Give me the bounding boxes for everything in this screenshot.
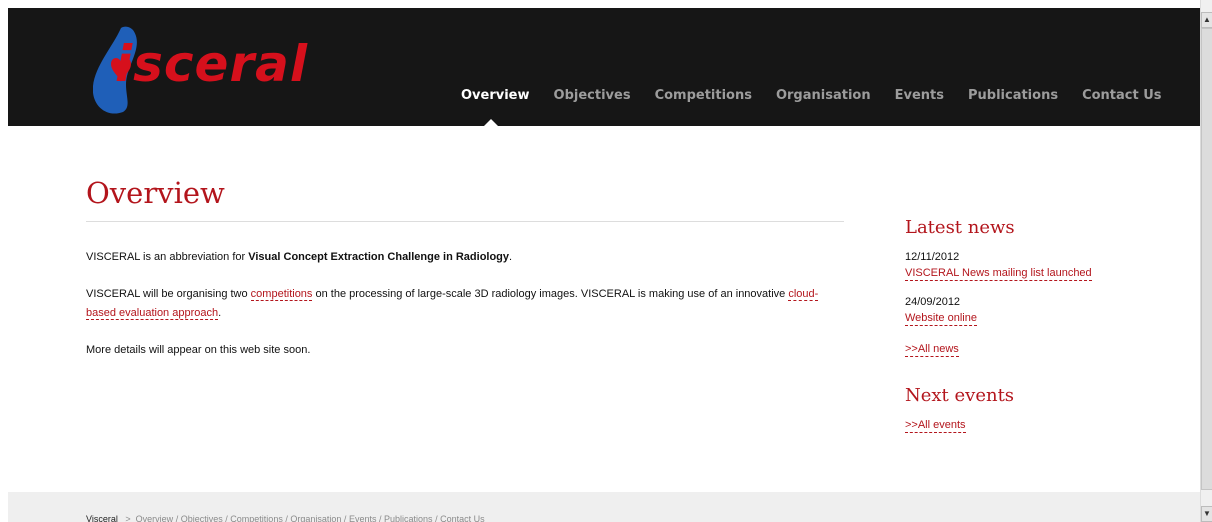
next-events-heading: Next events [905, 385, 1015, 406]
news-item-link[interactable]: Website online [905, 311, 977, 326]
page-title: Overview [86, 176, 225, 210]
para2-start: VISCERAL will be organising two [86, 288, 251, 300]
site-logo[interactable]: isceral [93, 26, 307, 116]
footer-link[interactable]: Organisation [290, 514, 341, 522]
footer-link[interactable]: Overview [136, 514, 174, 522]
footer-divider: / [285, 514, 288, 522]
intro-end: . [509, 251, 513, 263]
para2-middle: on the processing of large-scale 3D radi… [312, 288, 789, 300]
footer-divider: / [378, 514, 382, 522]
footer-link[interactable]: Objectives [181, 514, 223, 522]
footer-link[interactable]: Contact Us [440, 514, 485, 522]
acronym-expansion: Visual Concept Extraction Challenge in R… [248, 251, 510, 263]
competitions-paragraph: VISCERAL will be organising two competit… [86, 285, 846, 323]
scroll-down-icon[interactable]: ▼ [1201, 506, 1212, 522]
nav-item-overview[interactable]: Overview [461, 88, 530, 112]
logo-text: isceral [115, 35, 308, 93]
site-header: isceral Overview Objectives Competitions… [8, 8, 1200, 126]
intro-text: VISCERAL is an abbreviation for [86, 251, 249, 263]
latest-news-heading: Latest news [905, 217, 1015, 238]
footer-link[interactable]: Events [349, 514, 377, 522]
details-paragraph: More details will appear on this web sit… [86, 344, 311, 356]
page: isceral Overview Objectives Competitions… [0, 0, 1212, 522]
intro-paragraph: VISCERAL is an abbreviation for Visual C… [86, 248, 846, 267]
footer-divider: / [175, 514, 179, 522]
news-item-link[interactable]: VISCERAL News mailing list launched [905, 266, 1092, 281]
footer-divider: / [435, 514, 438, 522]
footer-link[interactable]: Competitions [230, 514, 283, 522]
site-footer: Visceral > Overview / Objectives / Compe… [8, 492, 1200, 522]
scrollbar-thumb[interactable] [1201, 28, 1212, 490]
scroll-up-icon[interactable]: ▲ [1201, 12, 1212, 28]
para2-end: . [218, 307, 222, 319]
competitions-link[interactable]: competitions [250, 288, 313, 301]
all-events-link[interactable]: >>All events [905, 418, 966, 433]
nav-item-competitions[interactable]: Competitions [655, 88, 752, 112]
nav-item-organisation[interactable]: Organisation [776, 88, 871, 112]
footer-breadcrumb: Visceral > Overview / Objectives / Compe… [86, 514, 485, 522]
footer-separator: > [125, 514, 131, 522]
nav-item-publications[interactable]: Publications [968, 88, 1058, 112]
nav-item-objectives[interactable]: Objectives [554, 88, 631, 112]
footer-divider: / [343, 514, 347, 522]
main-nav: Overview Objectives Competitions Organis… [461, 88, 1186, 112]
nav-item-events[interactable]: Events [895, 88, 944, 112]
news-date: 24/09/2012 [905, 296, 961, 308]
footer-brand-link[interactable]: Visceral [86, 514, 118, 522]
all-news-link[interactable]: >>All news [905, 342, 959, 357]
active-nav-pointer-icon [484, 119, 498, 126]
top-strip [0, 0, 1200, 8]
footer-link[interactable]: Publications [384, 514, 433, 522]
nav-item-contact-us[interactable]: Contact Us [1082, 88, 1161, 112]
footer-divider: / [225, 514, 228, 522]
news-date: 12/11/2012 [905, 251, 960, 263]
title-divider [86, 221, 844, 222]
